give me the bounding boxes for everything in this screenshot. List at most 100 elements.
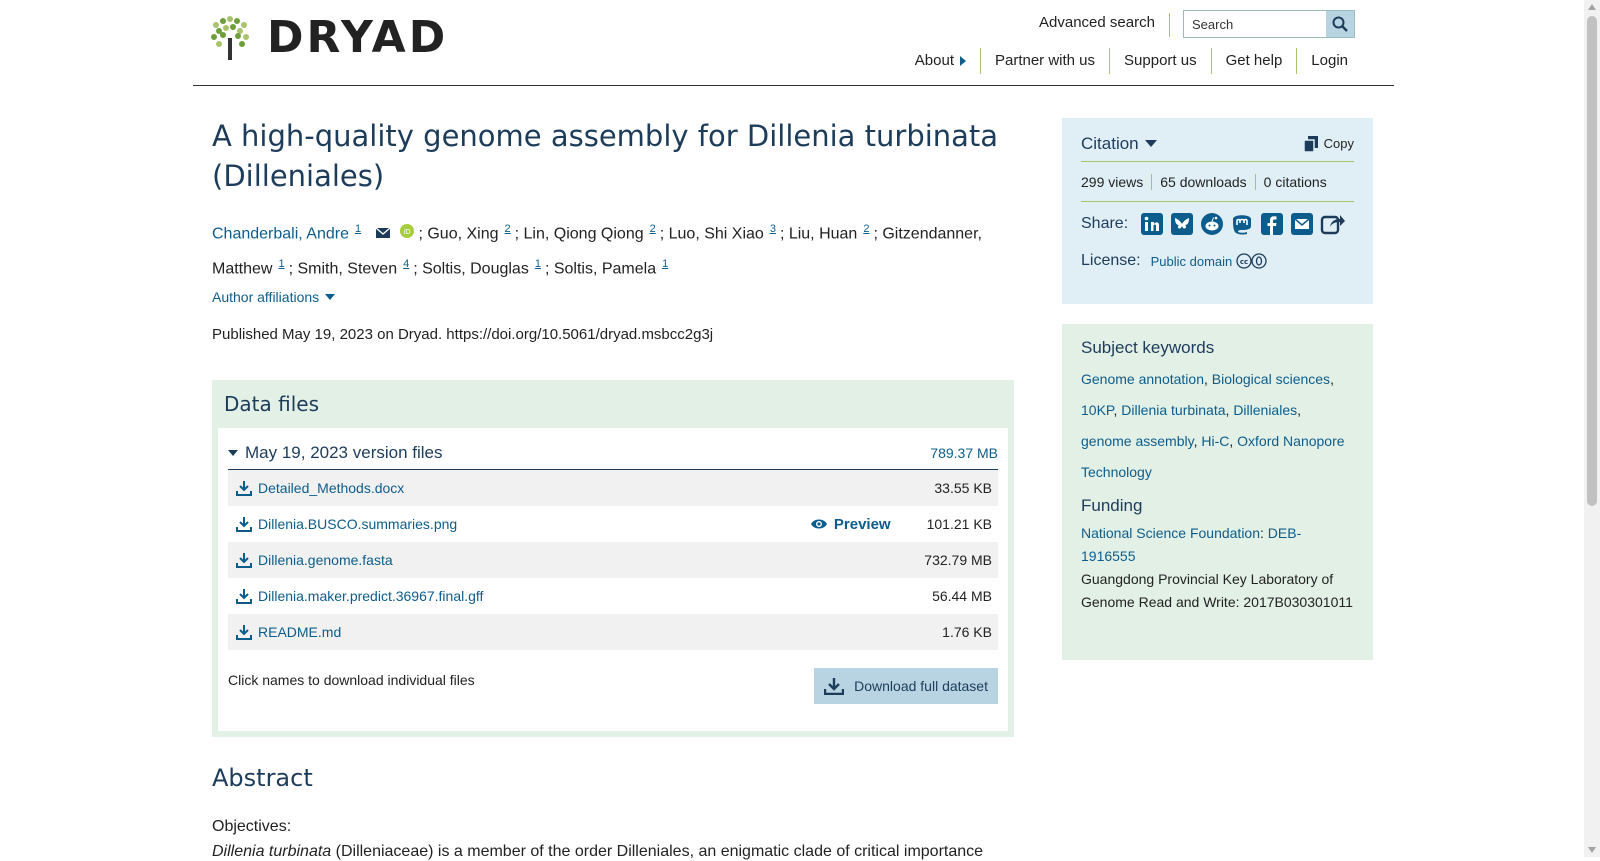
mastodon-icon[interactable] [1230,212,1254,236]
keywords-panel: Subject keywords Genome annotation, Biol… [1062,324,1373,660]
keyword-link[interactable]: Genome annotation [1081,371,1204,387]
affiliation-ref[interactable]: 1 [535,258,541,270]
file-row: Dillenia.BUSCO.summaries.png Preview 101… [228,506,998,542]
funding-heading: Funding [1081,496,1143,515]
abstract-heading: Abstract [212,764,313,792]
copy-label: Copy [1323,136,1354,151]
author-affiliations-toggle[interactable]: Author affiliations [212,289,336,305]
nav-support[interactable]: Support us [1109,48,1211,74]
data-files-inner: May 19, 2023 version files 789.37 MB Det… [218,428,1008,731]
funding-entry-other: Guangdong Provincial Key Laboratory of G… [1081,571,1353,610]
download-icon[interactable] [236,480,252,496]
file-row: Dillenia.genome.fasta 732.79 MB [228,542,998,578]
keyword-link[interactable]: Hi-C [1201,433,1229,449]
preview-button[interactable]: Preview [810,516,891,533]
scroll-up-arrow[interactable] [1588,4,1596,10]
citation-toggle[interactable]: Citation [1081,134,1157,154]
file-link[interactable]: Dillenia.maker.predict.36967.final.gff [258,588,483,604]
author-name: Lin, Qiong Qiong [523,225,644,243]
affiliation-ref[interactable]: 1 [662,258,668,270]
email-share-icon[interactable] [1290,212,1314,236]
nav-partner[interactable]: Partner with us [979,48,1109,74]
caret-down-icon [228,449,238,456]
share-external-icon[interactable] [1320,212,1346,236]
download-icon[interactable] [236,516,252,532]
preview-label: Preview [833,515,891,533]
orcid-icon[interactable]: iD [400,219,415,249]
advanced-search-link[interactable]: Advanced search [1039,13,1170,37]
file-link[interactable]: Dillenia.genome.fasta [258,552,393,568]
file-row: README.md 1.76 KB [228,614,998,650]
abstract-rest: (Dilleniaceae) is a member of the order … [331,843,984,860]
scroll-down-arrow[interactable] [1588,847,1596,853]
dataset-title: A high-quality genome assembly for Dille… [212,119,999,193]
abstract-italic: Dillenia turbinata [212,843,332,860]
search-button[interactable] [1326,11,1354,37]
keywords-heading: Subject keywords [1081,338,1215,357]
affiliation-ref[interactable]: 2 [650,223,656,235]
download-icon [824,678,845,695]
scrollbar-thumb[interactable] [1587,16,1597,506]
keyword-link[interactable]: genome assembly [1081,433,1194,449]
page-scrollbar[interactable] [1584,0,1600,857]
author-name: Soltis, Douglas [422,260,529,278]
caret-down-icon [325,294,336,300]
file-link[interactable]: Dillenia.BUSCO.summaries.png [258,516,457,532]
author-link[interactable]: Chanderbali, Andre [212,225,349,242]
nav-about[interactable]: About [901,48,980,74]
share-row: Share: [1081,202,1354,246]
nav-get-help[interactable]: Get help [1210,48,1297,74]
download-full-label: Download full dataset [854,678,988,694]
copy-citation-button[interactable]: Copy [1303,135,1354,152]
nav-about-label: About [914,52,954,69]
citations-count: 0 citations [1254,173,1335,190]
svg-text:cc: cc [1240,258,1248,266]
email-icon[interactable] [375,219,390,249]
license-row: License: Public domain cc [1081,246,1354,276]
download-icon[interactable] [236,588,252,604]
search-input[interactable] [1184,11,1326,37]
license-link[interactable]: Public domain [1151,254,1233,269]
eye-icon [810,519,827,529]
download-full-dataset-button[interactable]: Download full dataset [814,668,998,704]
file-row: Detailed_Methods.docx 33.55 KB [228,470,998,506]
funder-link[interactable]: National Science Foundation [1081,525,1260,541]
file-size: 1.76 KB [942,624,992,640]
keyword-link[interactable]: Dillenia turbinata [1121,402,1225,418]
reddit-icon[interactable] [1200,212,1224,236]
dryad-logo-link[interactable]: DRYAD [211,16,448,60]
download-icon[interactable] [236,552,252,568]
bluesky-icon[interactable] [1170,212,1194,236]
linkedin-icon[interactable] [1140,212,1164,236]
version-toggle[interactable]: May 19, 2023 version files 789.37 MB [228,436,998,470]
affiliation-ref[interactable]: 2 [505,223,511,235]
search-icon [1332,16,1348,32]
tree-logo-icon [211,16,249,60]
file-size: 732.79 MB [924,552,992,568]
affiliation-ref[interactable]: 1 [355,223,361,235]
facebook-icon[interactable] [1260,212,1284,236]
keyword-link[interactable]: 10KP [1081,402,1113,418]
caret-down-icon [1144,140,1157,147]
license-label: License: [1081,252,1141,269]
citation-label: Citation [1081,133,1139,153]
author-name: Luo, Shi Xiao [668,225,764,243]
affiliation-ref[interactable]: 3 [770,223,776,235]
author-name: Liu, Huan [788,225,858,243]
site-header: DRYAD Advanced search About Partner with… [193,0,1394,86]
author-affiliations-label: Author affiliations [212,289,320,305]
svg-text:iD: iD [403,228,410,236]
file-link[interactable]: README.md [258,624,341,640]
keyword-link[interactable]: Dilleniales [1233,402,1297,418]
affiliation-ref[interactable]: 1 [278,258,284,270]
affiliation-ref[interactable]: 4 [403,258,409,270]
file-link[interactable]: Detailed_Methods.docx [258,480,404,496]
citation-panel: Citation Copy 299 views 65 downloads 0 c… [1062,118,1373,304]
keyword-link[interactable]: Biological sciences [1212,371,1330,387]
cc-zero-icon: cc [1236,253,1268,269]
download-note: Click names to download individual files [228,672,475,688]
nav-login[interactable]: Login [1296,48,1362,74]
search-box [1183,10,1355,38]
download-icon[interactable] [236,624,252,640]
affiliation-ref[interactable]: 2 [863,223,869,235]
